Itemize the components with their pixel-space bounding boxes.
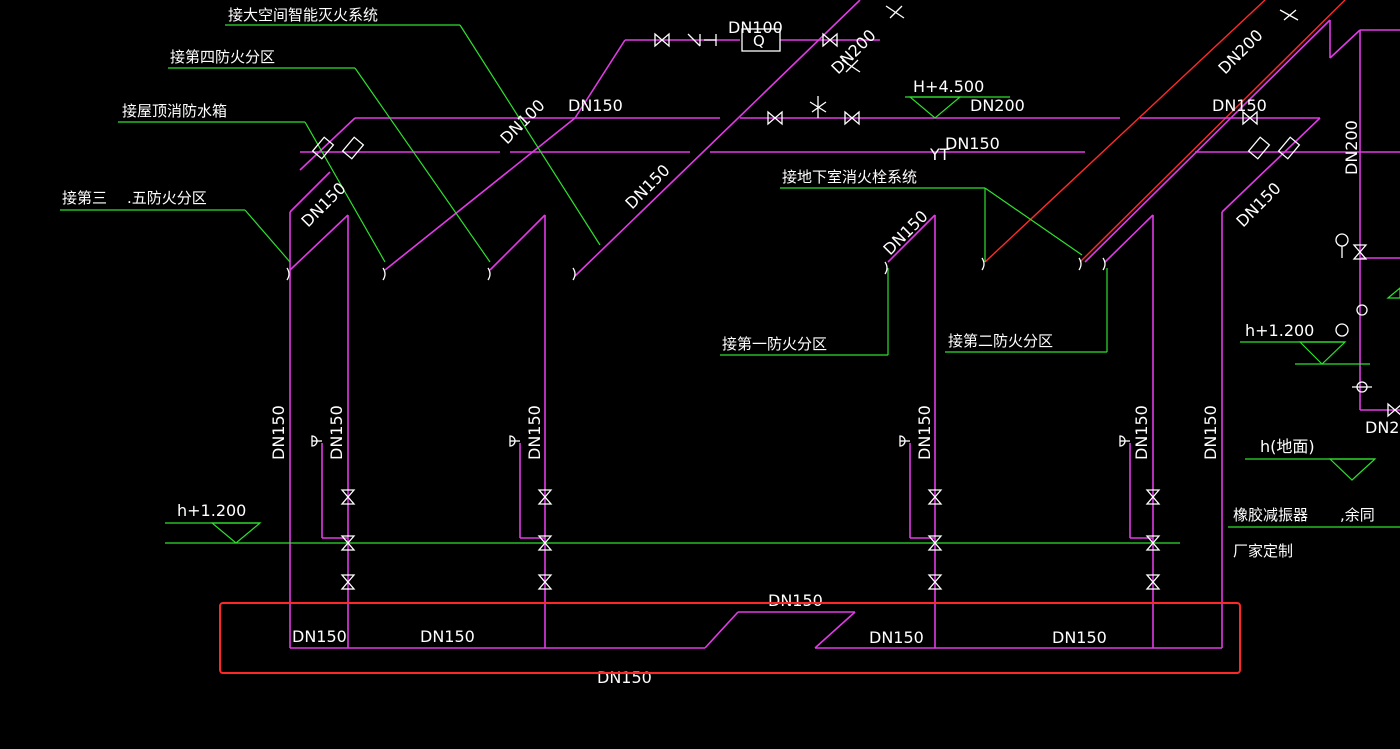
size-bottom-4: DN150 [869,628,924,647]
label-zone35-a: 接第三 [62,189,107,207]
size-dn200-diag-top: DN200 [827,26,879,78]
size-riser-3: DN150 [525,405,544,460]
label-large-space: 接大空间智能灭火系统 [228,6,378,24]
size-dn150-zone1: DN150 [879,207,931,259]
annotations: 接大空间智能灭火系统 接第四防火分区 接屋顶消防水箱 接第三 .五防火分区 接地… [62,6,1400,687]
label-zone35-b: .五防火分区 [127,189,207,207]
label-zone4: 接第四防火分区 [170,48,275,66]
size-dn150-yt: DN150 [945,134,1000,153]
elev-h1200-right: h+1.200 [1245,321,1314,340]
label-zone2: 接第二防火分区 [948,332,1053,350]
elev-h4500: H+4.500 [913,77,984,96]
size-riser-5: DN150 [1132,405,1151,460]
size-dn100-diag: DN100 [496,96,548,148]
elev-ground: h(地面) [1260,437,1315,456]
label-rubber-damper-note: ,余同 [1340,506,1375,524]
size-bottom-6: DN150 [597,668,652,687]
size-dn200-right-riser: DN200 [1342,120,1361,175]
size-riser-2: DN150 [327,405,346,460]
label-roof-tank: 接屋顶消防水箱 [122,102,227,120]
size-dn100-top: DN100 [728,18,783,37]
size-riser-1: DN150 [269,405,288,460]
size-dn20-right: DN20 [1365,418,1400,437]
label-factory-made: 厂家定制 [1233,542,1293,560]
red-pipelines [984,0,1346,263]
leader-lines [60,24,1400,544]
size-dn200-right-top: DN200 [1214,26,1266,78]
size-dn150-left-riser: DN150 [297,179,349,231]
size-riser-4: DN150 [915,405,934,460]
label-basement-hydrant: 接地下室消火栓系统 [782,168,917,186]
size-dn150-right-diag: DN150 [1232,179,1284,231]
size-riser-6: DN150 [1201,405,1220,460]
cad-drawing: Q YT 接大空间智能灭火系统 接第四防火分区 接屋顶消防水箱 接第三 .五防火… [60,0,1400,687]
label-zone1: 接第一防火分区 [722,335,827,353]
size-dn200-mid: DN200 [970,96,1025,115]
size-dn150-right-top: DN150 [1212,96,1267,115]
riser-valves [311,435,1160,590]
size-dn150-top: DN150 [568,96,623,115]
label-rubber-damper: 橡胶减振器 [1233,506,1308,524]
size-bottom-3: DN150 [768,591,823,610]
size-bottom-5: DN150 [1052,628,1107,647]
elev-h1200-left: h+1.200 [177,501,246,520]
size-bottom-2: DN150 [420,627,475,646]
size-bottom-1: DN150 [292,627,347,646]
